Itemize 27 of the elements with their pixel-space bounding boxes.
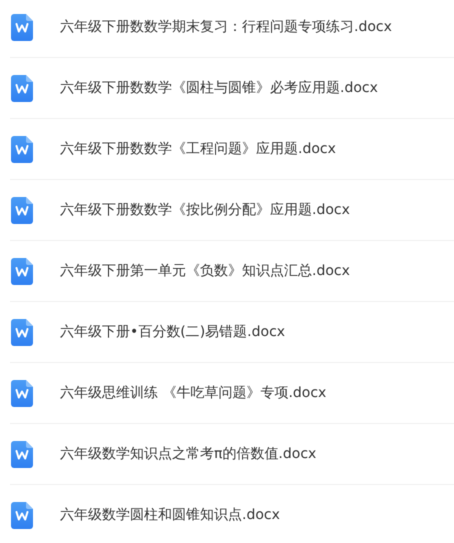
file-item[interactable]: 六年级下册数数学期末复习：行程问题专项练习.docx	[10, 0, 454, 58]
document-icon	[11, 196, 33, 224]
file-item[interactable]: 六年级数学圆柱和圆锥知识点.docx	[10, 485, 454, 543]
file-name: 六年级数学知识点之常考π的倍数值.docx	[60, 445, 316, 463]
file-item[interactable]: 六年级下册第一单元《负数》知识点汇总.docx	[10, 241, 454, 302]
document-icon	[11, 318, 33, 346]
file-item[interactable]: 六年级下册数数学《工程问题》应用题.docx	[10, 119, 454, 180]
file-name: 六年级下册数数学期末复习：行程问题专项练习.docx	[60, 18, 392, 36]
document-icon	[11, 14, 33, 40]
file-name: 六年级思维训练 《牛吃草问题》专项.docx	[60, 384, 326, 402]
file-item[interactable]: 六年级数学知识点之常考π的倍数值.docx	[10, 424, 454, 485]
document-icon	[11, 258, 33, 284]
document-icon	[11, 136, 33, 162]
file-name: 六年级下册第一单元《负数》知识点汇总.docx	[60, 262, 350, 280]
file-name: 六年级数学圆柱和圆锥知识点.docx	[60, 506, 280, 524]
file-item[interactable]: 六年级下册数数学《圆柱与圆锥》必考应用题.docx	[10, 58, 454, 119]
document-icon	[11, 502, 33, 528]
file-item[interactable]: 六年级下册数数学《按比例分配》应用题.docx	[10, 180, 454, 241]
file-name: 六年级下册数数学《圆柱与圆锥》必考应用题.docx	[60, 79, 378, 97]
file-item[interactable]: 六年级思维训练 《牛吃草问题》专项.docx	[10, 363, 454, 424]
file-name: 六年级下册数数学《工程问题》应用题.docx	[60, 140, 336, 158]
file-name: 六年级下册数数学《按比例分配》应用题.docx	[60, 201, 350, 219]
file-name: 六年级下册•百分数(二)易错题.docx	[60, 323, 286, 341]
document-icon	[11, 440, 33, 468]
file-item[interactable]: 六年级下册•百分数(二)易错题.docx	[10, 302, 454, 363]
document-icon	[11, 380, 33, 406]
document-icon	[11, 74, 33, 102]
